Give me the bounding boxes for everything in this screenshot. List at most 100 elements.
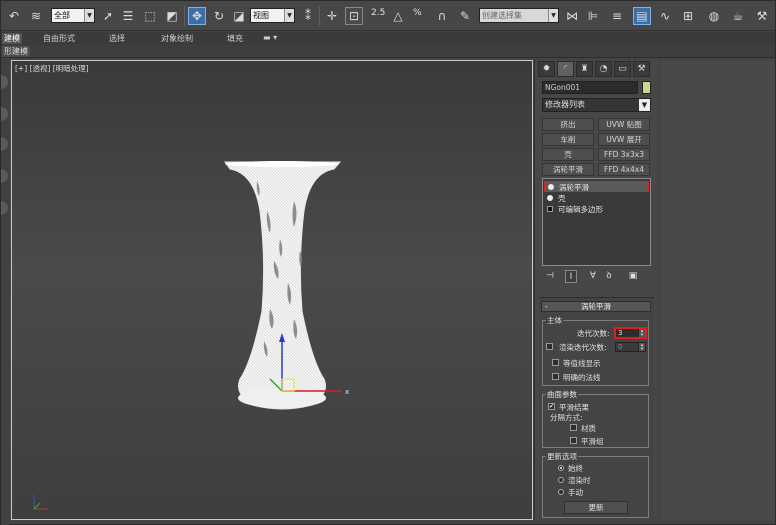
tab-freeform[interactable]: 自由形式 <box>43 33 75 44</box>
modifier-list-dropdown[interactable]: 修改器列表 ▼ <box>542 98 651 112</box>
tab-object-paint[interactable]: 对象绘制 <box>161 33 193 44</box>
modifier-button-uvw-map[interactable]: UVW 贴图 <box>598 118 650 131</box>
mirror-icon[interactable]: ⋈ <box>563 7 581 25</box>
update-button[interactable]: 更新 <box>564 501 628 514</box>
ribbon-panel-label[interactable]: 形建模 <box>2 46 30 57</box>
keyboard-shortcut-override-icon[interactable]: ⊡ <box>345 7 363 25</box>
modify-tab-icon[interactable]: ◜ <box>557 61 574 77</box>
collapse-icon: - <box>545 302 548 311</box>
reference-coordinate-dropdown[interactable]: 视图 ▼ <box>250 8 295 23</box>
undo-icon[interactable]: ↶ <box>5 7 23 25</box>
tab-populate[interactable]: 填充 <box>227 33 243 44</box>
material-editor-icon[interactable]: ◍ <box>705 7 723 25</box>
smooth-result-checkbox[interactable]: ✔ <box>548 403 555 410</box>
dock-button[interactable] <box>1 107 8 121</box>
select-and-rotate-icon[interactable]: ↻ <box>210 7 228 25</box>
scene-explorer-icon[interactable]: ▤ <box>633 7 651 25</box>
render-setup-icon[interactable]: ☕ <box>729 7 747 25</box>
modifier-stack: 涡轮平滑 壳 可编辑多边形 <box>542 178 651 266</box>
dock-button[interactable] <box>1 75 8 89</box>
dock-button[interactable] <box>1 137 8 151</box>
iterations-spinner[interactable]: 3 ▴ ▾ <box>614 327 647 339</box>
utilities-tab-icon[interactable]: ⚒ <box>633 61 650 77</box>
lightbulb-icon[interactable] <box>548 184 554 190</box>
smoothing-groups-checkbox[interactable] <box>570 437 577 444</box>
ribbon-options-icon[interactable]: ▬ ▾ <box>263 33 277 42</box>
angle-snap-icon[interactable]: 2.5 <box>371 8 385 18</box>
perspective-viewport[interactable]: [+] [透视] [明暗处理] x <box>11 60 533 520</box>
lightbulb-icon[interactable] <box>547 195 553 201</box>
edit-named-selection-icon[interactable]: ✎ <box>456 7 474 25</box>
modifier-button-lathe[interactable]: 车削 <box>542 133 594 146</box>
make-unique-icon[interactable]: ∀ <box>587 270 599 283</box>
window-crossing-icon[interactable]: ◩ <box>163 7 181 25</box>
layer-manager-icon[interactable]: ≡ <box>608 7 626 25</box>
curve-editor-icon[interactable]: ∿ <box>656 7 674 25</box>
turbosmooth-rollout: - 涡轮平滑 主体 迭代次数: 3 ▴ ▾ 渲染迭代次数: 0 ▴ ▾ 等值线显示 <box>539 297 654 520</box>
pivot-center-icon[interactable]: ⁑ <box>299 7 317 25</box>
chevron-down-icon: ▼ <box>84 9 94 22</box>
select-and-move-icon[interactable]: ✥ <box>188 7 206 25</box>
base-object-icon <box>547 206 553 212</box>
ribbon-tab-bar: 建模 自由形式 选择 对象绘制 填充 ▬ ▾ <box>1 32 775 45</box>
show-end-result-icon[interactable]: Ι <box>565 270 577 283</box>
selection-filter-dropdown[interactable]: 全部 ▼ <box>51 8 95 23</box>
group-label: 曲面参数 <box>546 389 578 400</box>
stack-item-editable-poly[interactable]: 可编辑多边形 <box>544 204 649 215</box>
configure-modifier-sets-icon[interactable]: ▣ <box>627 270 639 283</box>
chevron-down-icon: ▼ <box>639 99 650 111</box>
materials-checkbox[interactable] <box>570 424 577 431</box>
tab-modeling[interactable]: 建模 <box>2 33 22 44</box>
axis-tripod-icon <box>33 494 48 510</box>
display-tab-icon[interactable]: ▭ <box>614 61 631 77</box>
pin-stack-icon[interactable]: ⊣ <box>544 270 556 283</box>
render-icon[interactable]: ⚒ <box>753 7 771 25</box>
create-tab-icon[interactable]: ✹ <box>538 61 555 77</box>
empty-side-area <box>661 60 775 520</box>
modifier-button-extrude[interactable]: 挤出 <box>542 118 594 131</box>
rectangular-selection-icon[interactable]: ⬚ <box>141 7 159 25</box>
dock-button[interactable] <box>1 201 8 215</box>
spinner-snap-icon[interactable]: ∩ <box>433 7 451 25</box>
ribbon-panel: 形建模 <box>1 45 775 58</box>
select-object-icon[interactable]: ➚ <box>99 7 117 25</box>
select-and-scale-icon[interactable]: ◪ <box>230 7 248 25</box>
smoothing-groups-label: 平滑组 <box>581 437 604 446</box>
chevron-down-icon: ▼ <box>548 9 558 22</box>
modifier-button-unwrap-uvw[interactable]: UVW 展开 <box>598 133 650 146</box>
render-iters-spinner[interactable]: 0 ▴ ▾ <box>615 342 646 352</box>
render-iters-checkbox[interactable] <box>546 343 553 350</box>
object-color-swatch[interactable] <box>642 81 651 94</box>
align-icon[interactable]: ⊫ <box>584 7 602 25</box>
when-rendering-label: 渲染时 <box>568 476 591 485</box>
modifier-button-turbosmooth[interactable]: 涡轮平滑 <box>542 163 594 176</box>
modifier-button-ffd-3x3x3[interactable]: FFD 3x3x3 <box>598 148 650 161</box>
motion-tab-icon[interactable]: ◔ <box>595 61 612 77</box>
dock-button[interactable] <box>1 169 8 183</box>
tab-selection[interactable]: 选择 <box>109 33 125 44</box>
stack-item-turbosmooth[interactable]: 涡轮平滑 <box>544 181 649 192</box>
object-name-field[interactable]: NGon001 <box>542 81 638 94</box>
modifier-button-shell[interactable]: 壳 <box>542 148 594 161</box>
percent-snap-icon[interactable]: % <box>413 8 422 18</box>
always-radio[interactable] <box>558 465 564 471</box>
hierarchy-tab-icon[interactable]: ♜ <box>576 61 593 77</box>
spinner-arrows-icon[interactable]: ▴ ▾ <box>638 343 645 352</box>
isoline-checkbox[interactable] <box>552 359 559 366</box>
link-icon[interactable]: ≋ <box>27 7 45 25</box>
vase-model[interactable]: x <box>12 61 533 520</box>
when-rendering-radio[interactable] <box>558 477 564 483</box>
select-by-name-icon[interactable]: ☰ <box>119 7 137 25</box>
select-manipulate-icon[interactable]: ✛ <box>323 7 341 25</box>
remove-modifier-icon[interactable]: ꝺ <box>603 270 615 283</box>
stack-item-shell[interactable]: 壳 <box>544 193 649 204</box>
explicit-normals-checkbox[interactable] <box>552 373 559 380</box>
manually-radio[interactable] <box>558 489 564 495</box>
snap-toggle-icon[interactable]: △ <box>389 7 407 25</box>
spinner-arrows-icon[interactable]: ▴ ▾ <box>638 329 645 338</box>
group-label: 主体 <box>546 315 563 326</box>
rollout-header[interactable]: - 涡轮平滑 <box>541 301 651 312</box>
modifier-button-ffd-4x4x4[interactable]: FFD 4x4x4 <box>598 163 650 176</box>
named-selection-set-dropdown[interactable]: 创建选择集 ▼ <box>479 8 559 23</box>
schematic-view-icon[interactable]: ⊞ <box>679 7 697 25</box>
